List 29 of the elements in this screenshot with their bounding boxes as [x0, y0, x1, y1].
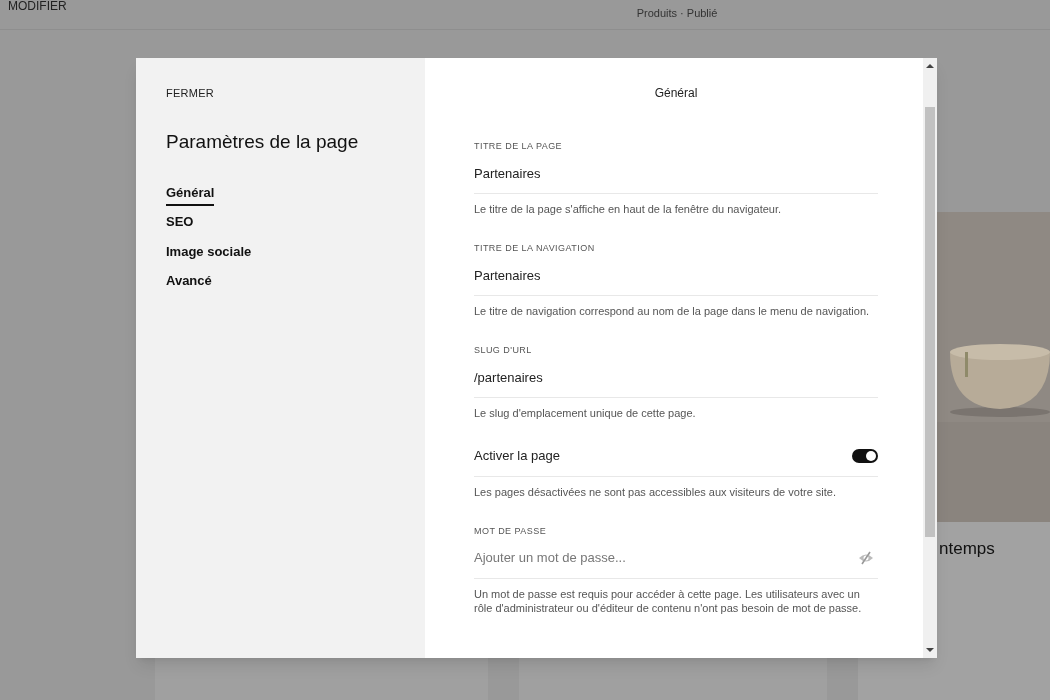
card-caption: ntemps	[939, 539, 995, 558]
dialog-title: Paramètres de la page	[166, 130, 360, 154]
close-button[interactable]: FERMER	[166, 85, 215, 102]
input-field[interactable]: Partenaires	[474, 265, 878, 296]
help-text: Les pages désactivées ne sont pas accessibles aux visiteurs de votre site.	[474, 484, 837, 499]
nav-tab[interactable]: SEO	[166, 212, 194, 236]
toggle-switch[interactable]	[852, 448, 878, 463]
scrollbar[interactable]	[923, 58, 937, 658]
edit-label[interactable]: MODIFIER	[8, 0, 67, 12]
scroll-up-icon[interactable]	[926, 63, 934, 69]
toggle-label: Activer la page	[474, 447, 560, 465]
page-meta: Produits · Publié	[636, 6, 718, 21]
nav-tab[interactable]: Image sociale	[166, 241, 252, 265]
scroll-down-icon[interactable]	[926, 647, 934, 653]
help-text: Un mot de passe est requis pour accéder à cette page. Les utilisateurs avec un rôle d'administrateur ou d'éditeur de contenu n'ont pas besoin de mot de passe.	[474, 586, 863, 615]
password-field[interactable]: Ajouter un mot de passe...	[474, 548, 858, 568]
nav-tab[interactable]: Avancé	[166, 271, 212, 295]
help-text: Le titre de navigation correspond au nom de la page dans le menu de navigation.	[474, 304, 871, 318]
field-label: TITRE DE LA PAGE	[474, 140, 564, 153]
input-field[interactable]: Partenaires	[474, 163, 878, 194]
field-label: SLUG D'URL	[474, 344, 533, 357]
field-label: MOT DE PASSE	[474, 524, 548, 538]
section-title: Général	[653, 85, 699, 102]
input-field[interactable]: /partenaires	[474, 367, 878, 398]
eye-off-icon[interactable]	[858, 550, 874, 565]
help-text: Le slug d'emplacement unique de cette page.	[474, 406, 697, 420]
help-text: Le titre de la page s'affiche en haut de la fenêtre du navigateur.	[474, 202, 783, 216]
field-label: TITRE DE LA NAVIGATION	[474, 242, 596, 255]
nav-tab[interactable]: Général	[166, 182, 215, 206]
